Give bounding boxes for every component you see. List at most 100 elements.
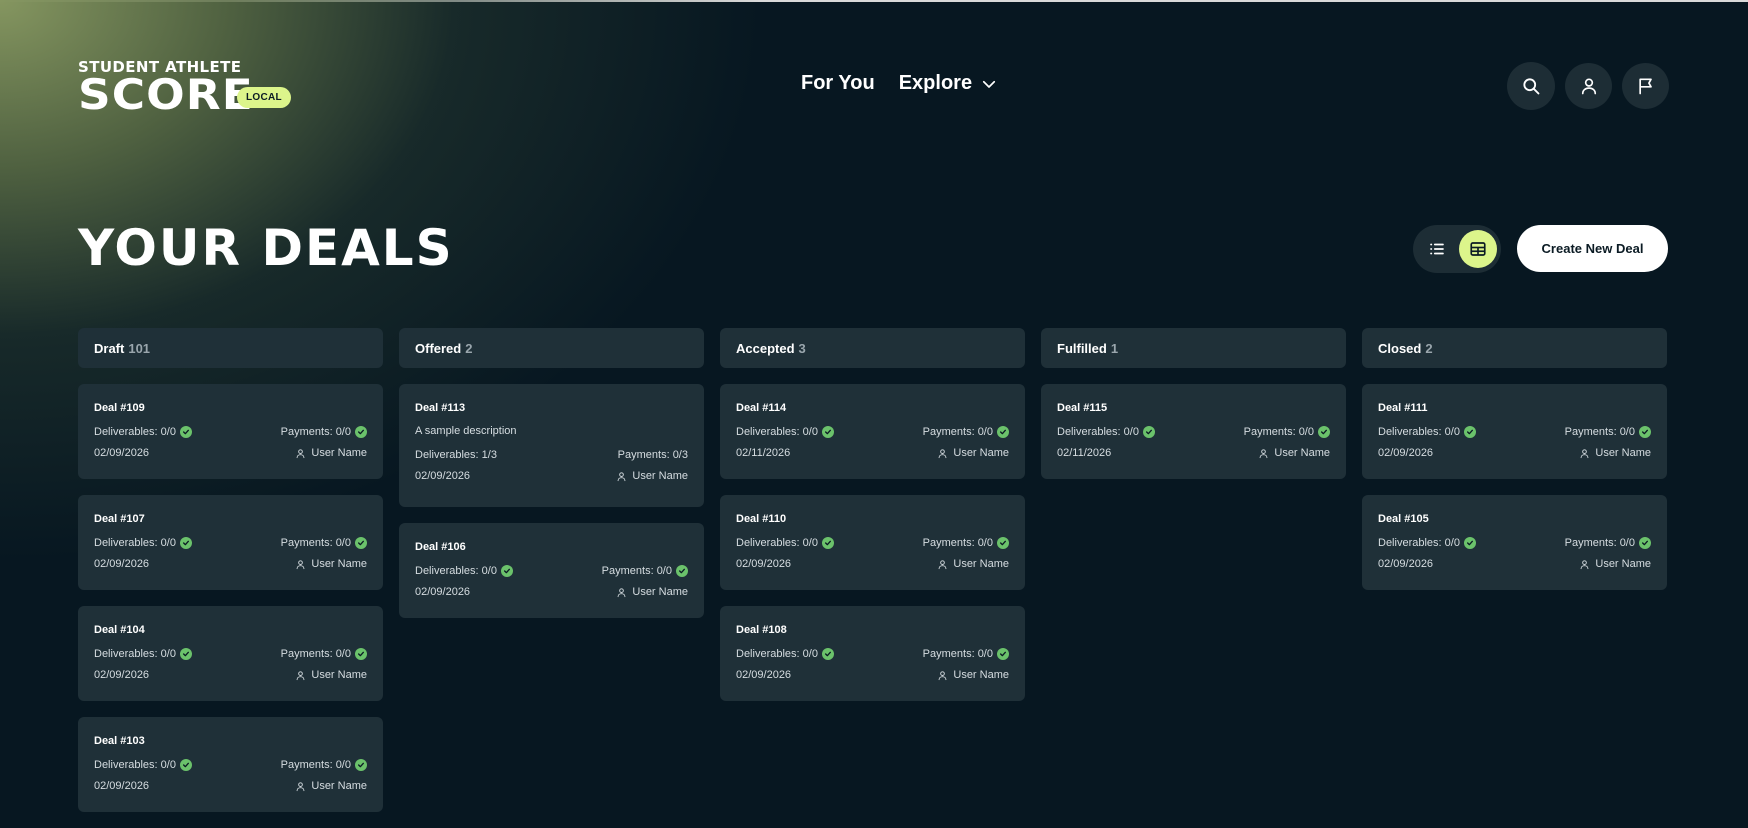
deal-card[interactable]: Deal #106 Deliverables: 0/0 Payments: 0/0 0… — [399, 523, 704, 618]
deal-card[interactable]: Deal #114 Deliverables: 0/0 Payments: 0/0 0… — [720, 384, 1025, 479]
deliverables-count: Deliverables: 0/0 — [94, 648, 176, 660]
deal-description: A sample description — [415, 425, 517, 437]
nav-explore-label: Explore — [898, 72, 973, 94]
column-draft: Draft 101 Deal #109 Deliverables: 0/0 Paymen… — [78, 328, 383, 828]
check-icon — [182, 429, 189, 435]
column-closed: Closed 2 Deal #111 Deliverables: 0/0 Payment… — [1362, 328, 1667, 828]
deal-date: 02/09/2026 — [94, 447, 150, 459]
user-icon — [1581, 78, 1596, 95]
column-header: Offered 2 — [399, 328, 704, 368]
deliverables-status — [821, 648, 834, 660]
deal-date: 02/09/2026 — [736, 669, 792, 681]
check-icon — [503, 568, 510, 574]
check-icon — [824, 540, 831, 546]
brand-main: SCORE — [78, 70, 254, 119]
column-title: Offered — [415, 340, 462, 356]
deal-user: User Name — [1595, 558, 1651, 570]
column-title: Draft — [94, 340, 125, 356]
user-icon — [938, 670, 947, 680]
list-view-button[interactable] — [1416, 228, 1458, 270]
deal-card[interactable]: Deal #115 Deliverables: 0/0 Payments: 0/0 0… — [1041, 384, 1346, 479]
deal-date: 02/09/2026 — [94, 669, 150, 681]
deal-user: User Name — [632, 586, 688, 598]
payments-count: Payments: 0/0 — [280, 759, 351, 771]
deal-title: Deal #110 — [736, 513, 787, 525]
deliverables-status — [500, 565, 513, 577]
column-offered: Offered 2 Deal #113 A sample description Del… — [399, 328, 704, 828]
column-accepted: Accepted 3 Deal #114 Deliverables: 0/0 Payme… — [720, 328, 1025, 828]
deal-card[interactable]: Deal #111 Deliverables: 0/0 Payments: 0/0 0… — [1362, 384, 1667, 479]
payments-count: Payments: 0/0 — [922, 648, 993, 660]
nav-explore[interactable]: Explore — [899, 72, 998, 95]
payments-status — [997, 426, 1009, 438]
payments-status — [355, 537, 367, 549]
deal-date: 02/09/2026 — [1378, 447, 1434, 459]
user-icon — [1580, 448, 1589, 458]
deal-card[interactable]: Deal #113 A sample description Deliverable… — [399, 384, 704, 507]
check-icon — [182, 651, 189, 657]
deliverables-status — [179, 759, 192, 771]
deal-card[interactable]: Deal #105 Deliverables: 0/0 Payments: 0/0 0… — [1362, 495, 1667, 590]
deal-user: User Name — [311, 780, 367, 792]
deliverables-count: Deliverables: 0/0 — [415, 565, 497, 577]
payments-status — [355, 759, 367, 771]
deal-title: Deal #105 — [1378, 513, 1429, 525]
deliverables-count: Deliverables: 0/0 — [94, 537, 176, 549]
deliverables-status — [821, 426, 834, 438]
user-icon — [1259, 448, 1268, 458]
deliverables-status — [1463, 426, 1476, 438]
deal-date: 02/09/2026 — [94, 780, 150, 792]
user-icon — [938, 559, 947, 569]
check-icon — [824, 651, 831, 657]
payments-count: Payments: 0/0 — [280, 426, 351, 438]
create-new-deal-button[interactable]: Create New Deal — [1517, 225, 1668, 272]
deal-date: 02/09/2026 — [736, 558, 792, 570]
deal-card[interactable]: Deal #104 Deliverables: 0/0 Payments: 0/0 0… — [78, 606, 383, 701]
column-count: 1 — [1110, 340, 1119, 356]
deal-user: User Name — [632, 470, 688, 482]
deal-date: 02/09/2026 — [94, 558, 150, 570]
deal-title: Deal #108 — [736, 624, 787, 636]
column-header: Draft 101 — [78, 328, 383, 368]
deliverables-status — [1463, 537, 1476, 549]
chevron-down-icon — [982, 80, 996, 88]
check-icon — [1466, 429, 1473, 435]
deal-card[interactable]: Deal #108 Deliverables: 0/0 Payments: 0/0 0… — [720, 606, 1025, 701]
payments-status — [676, 565, 688, 577]
deal-title: Deal #109 — [94, 402, 145, 414]
search-button[interactable] — [1507, 62, 1555, 110]
check-icon — [1000, 429, 1006, 435]
deal-card[interactable]: Deal #107 Deliverables: 0/0 Payments: 0/0 0… — [78, 495, 383, 590]
deal-title: Deal #103 — [94, 735, 145, 747]
report-button[interactable] — [1622, 63, 1669, 109]
deal-date: 02/09/2026 — [415, 586, 471, 598]
deal-user: User Name — [953, 447, 1009, 459]
check-icon — [1642, 429, 1648, 435]
deal-user: User Name — [953, 558, 1009, 570]
profile-button[interactable] — [1565, 63, 1612, 109]
deal-card[interactable]: Deal #109 Deliverables: 0/0 Payments: 0/0 0… — [78, 384, 383, 479]
search-icon — [1523, 78, 1540, 95]
deliverables-status — [179, 537, 192, 549]
column-title: Closed — [1378, 340, 1422, 356]
payments-count: Payments: 0/0 — [922, 537, 993, 549]
brand-logo[interactable]: STUDENT ATHLETE SCORE LOCAL — [78, 60, 291, 116]
payments-status — [997, 648, 1009, 660]
check-icon — [182, 762, 189, 768]
deal-card[interactable]: Deal #103 Deliverables: 0/0 Payments: 0/0 0… — [78, 717, 383, 812]
board-view-button[interactable] — [1459, 230, 1497, 268]
deal-date: 02/11/2026 — [736, 447, 791, 459]
user-icon — [617, 471, 626, 481]
user-icon — [296, 559, 305, 569]
payments-count: Payments: 0/0 — [1243, 426, 1314, 438]
payments-count: Payments: 0/3 — [617, 449, 688, 461]
view-toggle — [1413, 225, 1501, 273]
deliverables-count: Deliverables: 0/0 — [1057, 426, 1139, 438]
column-header: Fulfilled 1 — [1041, 328, 1346, 368]
payments-count: Payments: 0/0 — [1564, 537, 1635, 549]
deal-card[interactable]: Deal #110 Deliverables: 0/0 Payments: 0/0 0… — [720, 495, 1025, 590]
nav-for-you[interactable]: For You — [801, 72, 875, 95]
deliverables-status — [179, 648, 192, 660]
deal-date: 02/09/2026 — [1378, 558, 1434, 570]
column-count: 101 — [128, 340, 151, 356]
